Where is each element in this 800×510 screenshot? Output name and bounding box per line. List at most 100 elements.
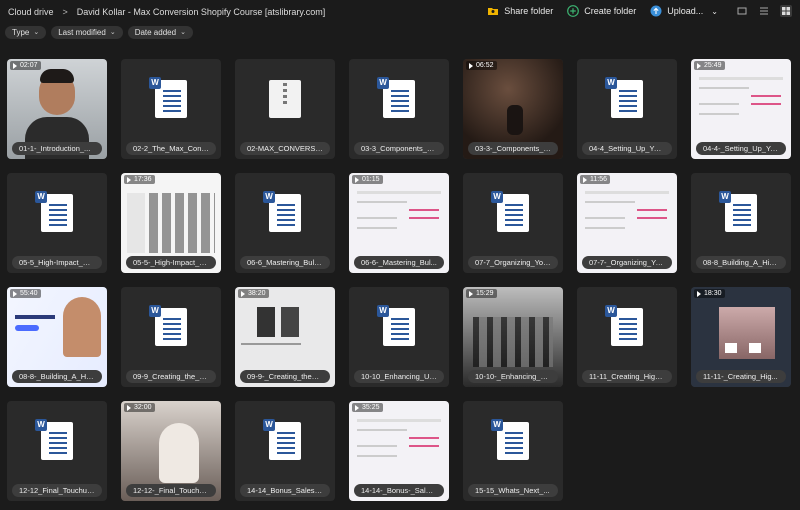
upload-button[interactable]: Upload... ⌄ — [650, 5, 718, 17]
file-name: 07-7-_Organizing_Yo... — [582, 256, 672, 269]
video-file-tile[interactable]: 01:15 06-6-_Mastering_Bul... — [349, 173, 449, 273]
video-duration-badge: 01:15 — [352, 175, 383, 184]
play-icon — [697, 290, 701, 297]
video-duration: 15:29 — [476, 290, 494, 297]
word-doc-icon: W — [491, 191, 529, 232]
file-name: 03-3-_Components_o... — [468, 142, 558, 155]
play-icon — [469, 62, 473, 69]
play-icon — [127, 176, 131, 183]
play-icon — [13, 290, 17, 297]
document-file-tile[interactable]: W 08-8_Building_A_Hig... — [691, 173, 791, 273]
video-duration-badge: 32:00 — [124, 403, 155, 412]
video-file-tile[interactable]: 25:49 04-4-_Setting_Up_Yo... — [691, 59, 791, 159]
document-file-tile[interactable]: W 14-14_Bonus_Sales_... — [235, 401, 335, 501]
video-file-tile[interactable]: 02:07 01-1-_Introduction_... — [7, 59, 107, 159]
video-file-tile[interactable]: 32:00 12-12-_Final_Toucho... — [121, 401, 221, 501]
zip-file-tile[interactable]: 02-MAX_CONVERSI... — [235, 59, 335, 159]
document-file-tile[interactable]: W 11-11_Creating_High... — [577, 287, 677, 387]
file-name: 04-4_Setting_Up_You... — [582, 142, 672, 155]
video-duration: 18:30 — [704, 290, 722, 297]
file-name: 02-2_The_Max_Conv... — [126, 142, 216, 155]
video-duration: 32:00 — [134, 404, 152, 411]
filter-type-dropdown[interactable]: Type ⌄ — [5, 26, 47, 39]
file-name: 10-10-_Enhancing_Us... — [468, 370, 558, 383]
video-duration: 02:07 — [20, 62, 38, 69]
word-doc-icon: W — [149, 305, 187, 346]
file-name: 11-11_Creating_High... — [582, 370, 672, 383]
play-icon — [241, 290, 245, 297]
create-folder-label: Create folder — [584, 6, 637, 16]
file-name: 14-14_Bonus_Sales_... — [240, 484, 330, 497]
play-icon — [355, 176, 359, 183]
list-view-icon[interactable] — [758, 5, 770, 17]
document-file-tile[interactable]: W 02-2_The_Max_Conv... — [121, 59, 221, 159]
word-doc-icon: W — [377, 305, 415, 346]
video-duration-badge: 11:56 — [580, 175, 610, 184]
video-file-tile[interactable]: 55:40 08-8-_Building_A_Hig... — [7, 287, 107, 387]
video-duration: 06:52 — [476, 62, 494, 69]
toolbar-actions: Share folder Create folder Upload... ⌄ — [473, 5, 792, 17]
video-duration-badge: 35:25 — [352, 403, 383, 412]
video-duration-badge: 38:20 — [238, 289, 269, 298]
video-file-tile[interactable]: 17:36 05-5-_High-Impact_P... — [121, 173, 221, 273]
filter-date-added-dropdown[interactable]: Date added ⌄ — [127, 26, 193, 39]
upload-chevron-icon: ⌄ — [711, 6, 718, 16]
file-name: 09-9_Creating_the_P... — [126, 370, 216, 383]
word-doc-icon: W — [35, 191, 73, 232]
file-name: 11-11-_Creating_Hig... — [696, 370, 786, 383]
document-file-tile[interactable]: W 12-12_Final_Touchup... — [7, 401, 107, 501]
video-duration: 01:15 — [362, 176, 380, 183]
play-icon — [469, 290, 473, 297]
thumbnail-view-icon[interactable] — [736, 5, 748, 17]
video-duration-badge: 55:40 — [10, 289, 41, 298]
video-duration: 55:40 — [20, 290, 38, 297]
play-icon — [127, 404, 131, 411]
video-file-tile[interactable]: 38:20 09-9-_Creating_the_P... — [235, 287, 335, 387]
document-file-tile[interactable]: W 06-6_Mastering_Bulk... — [235, 173, 335, 273]
video-duration-badge: 17:36 — [124, 175, 155, 184]
document-file-tile[interactable]: W 07-7_Organizing_You... — [463, 173, 563, 273]
word-doc-icon: W — [35, 419, 73, 460]
video-file-tile[interactable]: 11:56 07-7-_Organizing_Yo... — [577, 173, 677, 273]
file-name: 07-7_Organizing_You... — [468, 256, 558, 269]
word-doc-icon: W — [491, 419, 529, 460]
document-file-tile[interactable]: W 15-15_Whats_Next_... — [463, 401, 563, 501]
play-icon — [583, 176, 587, 183]
file-name: 06-6-_Mastering_Bul... — [354, 256, 444, 269]
file-name: 06-6_Mastering_Bulk... — [240, 256, 330, 269]
breadcrumb-separator: > — [62, 7, 68, 17]
breadcrumb-root[interactable]: Cloud drive — [8, 7, 54, 17]
document-file-tile[interactable]: W 10-10_Enhancing_Us... — [349, 287, 449, 387]
share-folder-button[interactable]: Share folder — [487, 5, 553, 17]
file-name: 01-1-_Introduction_... — [12, 142, 102, 155]
video-duration: 17:36 — [134, 176, 152, 183]
document-file-tile[interactable]: W 05-5_High-Impact_Pr... — [7, 173, 107, 273]
create-folder-button[interactable]: Create folder — [567, 5, 636, 17]
word-doc-icon: W — [719, 191, 757, 232]
top-bar: Cloud drive > David Kollar - Max Convers… — [0, 0, 800, 24]
zip-archive-icon — [269, 80, 301, 118]
file-name: 04-4-_Setting_Up_Yo... — [696, 142, 786, 155]
video-file-tile[interactable]: 18:30 11-11-_Creating_Hig... — [691, 287, 791, 387]
chevron-down-icon: ⌄ — [33, 29, 40, 36]
video-file-tile[interactable]: 06:52 03-3-_Components_o... — [463, 59, 563, 159]
video-duration-badge: 15:29 — [466, 289, 497, 298]
breadcrumb-current-folder[interactable]: David Kollar - Max Conversion Shopify Co… — [77, 7, 325, 17]
file-name: 14-14-_Bonus-_Sales... — [354, 484, 444, 497]
filter-last-modified-dropdown[interactable]: Last modified ⌄ — [51, 26, 123, 39]
video-file-tile[interactable]: 15:29 10-10-_Enhancing_Us... — [463, 287, 563, 387]
file-name: 12-12_Final_Touchup... — [12, 484, 102, 497]
video-file-tile[interactable]: 35:25 14-14-_Bonus-_Sales... — [349, 401, 449, 501]
document-file-tile[interactable]: W 04-4_Setting_Up_You... — [577, 59, 677, 159]
file-name: 12-12-_Final_Toucho... — [126, 484, 216, 497]
document-file-tile[interactable]: W 09-9_Creating_the_P... — [121, 287, 221, 387]
share-folder-label: Share folder — [504, 6, 554, 16]
play-icon — [355, 404, 359, 411]
grid-view-icon[interactable] — [780, 5, 792, 17]
video-duration: 25:49 — [704, 62, 722, 69]
play-icon — [697, 62, 701, 69]
document-file-tile[interactable]: W 03-3_Components_of... — [349, 59, 449, 159]
upload-icon — [650, 5, 662, 17]
chevron-down-icon: ⌄ — [180, 29, 186, 36]
upload-label: Upload... — [667, 6, 704, 16]
